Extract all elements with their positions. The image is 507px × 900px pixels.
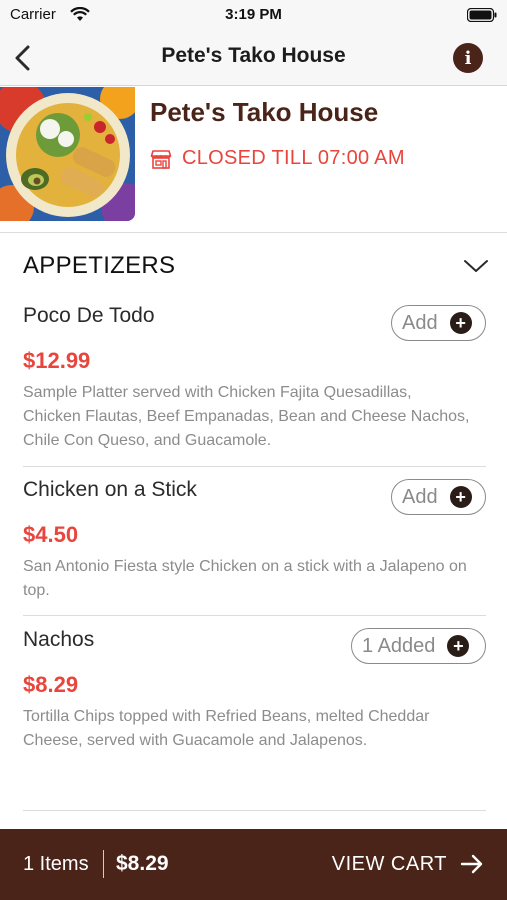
status-bar: Carrier 3:19 PM [0,0,507,30]
divider [23,466,486,467]
divider [23,615,486,616]
section-title: APPETIZERS [23,252,176,279]
restaurant-header: Pete's Tako House CLOSED TILL 07:00 AM [0,87,507,233]
cart-divider [103,850,104,878]
item-description: San Antonio Fiesta style Chicken on a st… [23,558,467,599]
store-icon [150,149,172,169]
nav-bar: Pete's Tako House i [0,30,507,86]
info-icon: i [464,47,472,69]
add-button-label: Add [402,311,438,334]
add-button[interactable]: Add + [391,479,486,515]
divider [23,810,486,811]
restaurant-name: Pete's Tako House [150,97,379,127]
menu-item: Poco De Todo Add + $12.99 Sample Platter… [23,304,486,454]
menu-item: Nachos 1 Added + $8.29 Tortilla Chips to… [23,628,486,788]
closed-status-text: CLOSED TILL 07:00 AM [182,147,405,169]
view-cart-bar[interactable]: 1 Items $8.29 VIEW CART [0,829,507,900]
cart-total: $8.29 [116,852,169,875]
add-button[interactable]: Add + [391,305,486,341]
menu-item: Chicken on a Stick Add + $4.50 San Anton… [23,478,486,606]
item-price: $4.50 [23,522,79,547]
cart-item-count: 1 Items [23,853,89,875]
add-button-label: 1 Added [362,634,436,657]
plus-icon: + [449,312,472,334]
item-description: Tortilla Chips topped with Refried Beans… [23,708,430,749]
restaurant-photo [0,87,135,221]
plus-icon: + [447,635,470,657]
battery-icon [467,8,497,22]
add-button-label: Add [402,485,438,508]
page-title: Pete's Tako House [161,44,346,67]
chevron-down-icon [464,260,488,272]
view-cart-label: VIEW CART [331,853,447,875]
arrow-right-icon [460,854,483,874]
item-description: Sample Platter served with Chicken Fajit… [23,384,470,449]
store-status: CLOSED TILL 07:00 AM [150,147,405,170]
info-button[interactable]: i [453,43,483,73]
plus-icon: + [449,486,472,508]
item-price: $12.99 [23,348,91,373]
clock-label: 3:19 PM [225,6,282,23]
section-header-appetizers[interactable]: APPETIZERS [23,252,489,282]
item-price: $8.29 [23,672,79,697]
added-button[interactable]: 1 Added + [351,628,486,664]
